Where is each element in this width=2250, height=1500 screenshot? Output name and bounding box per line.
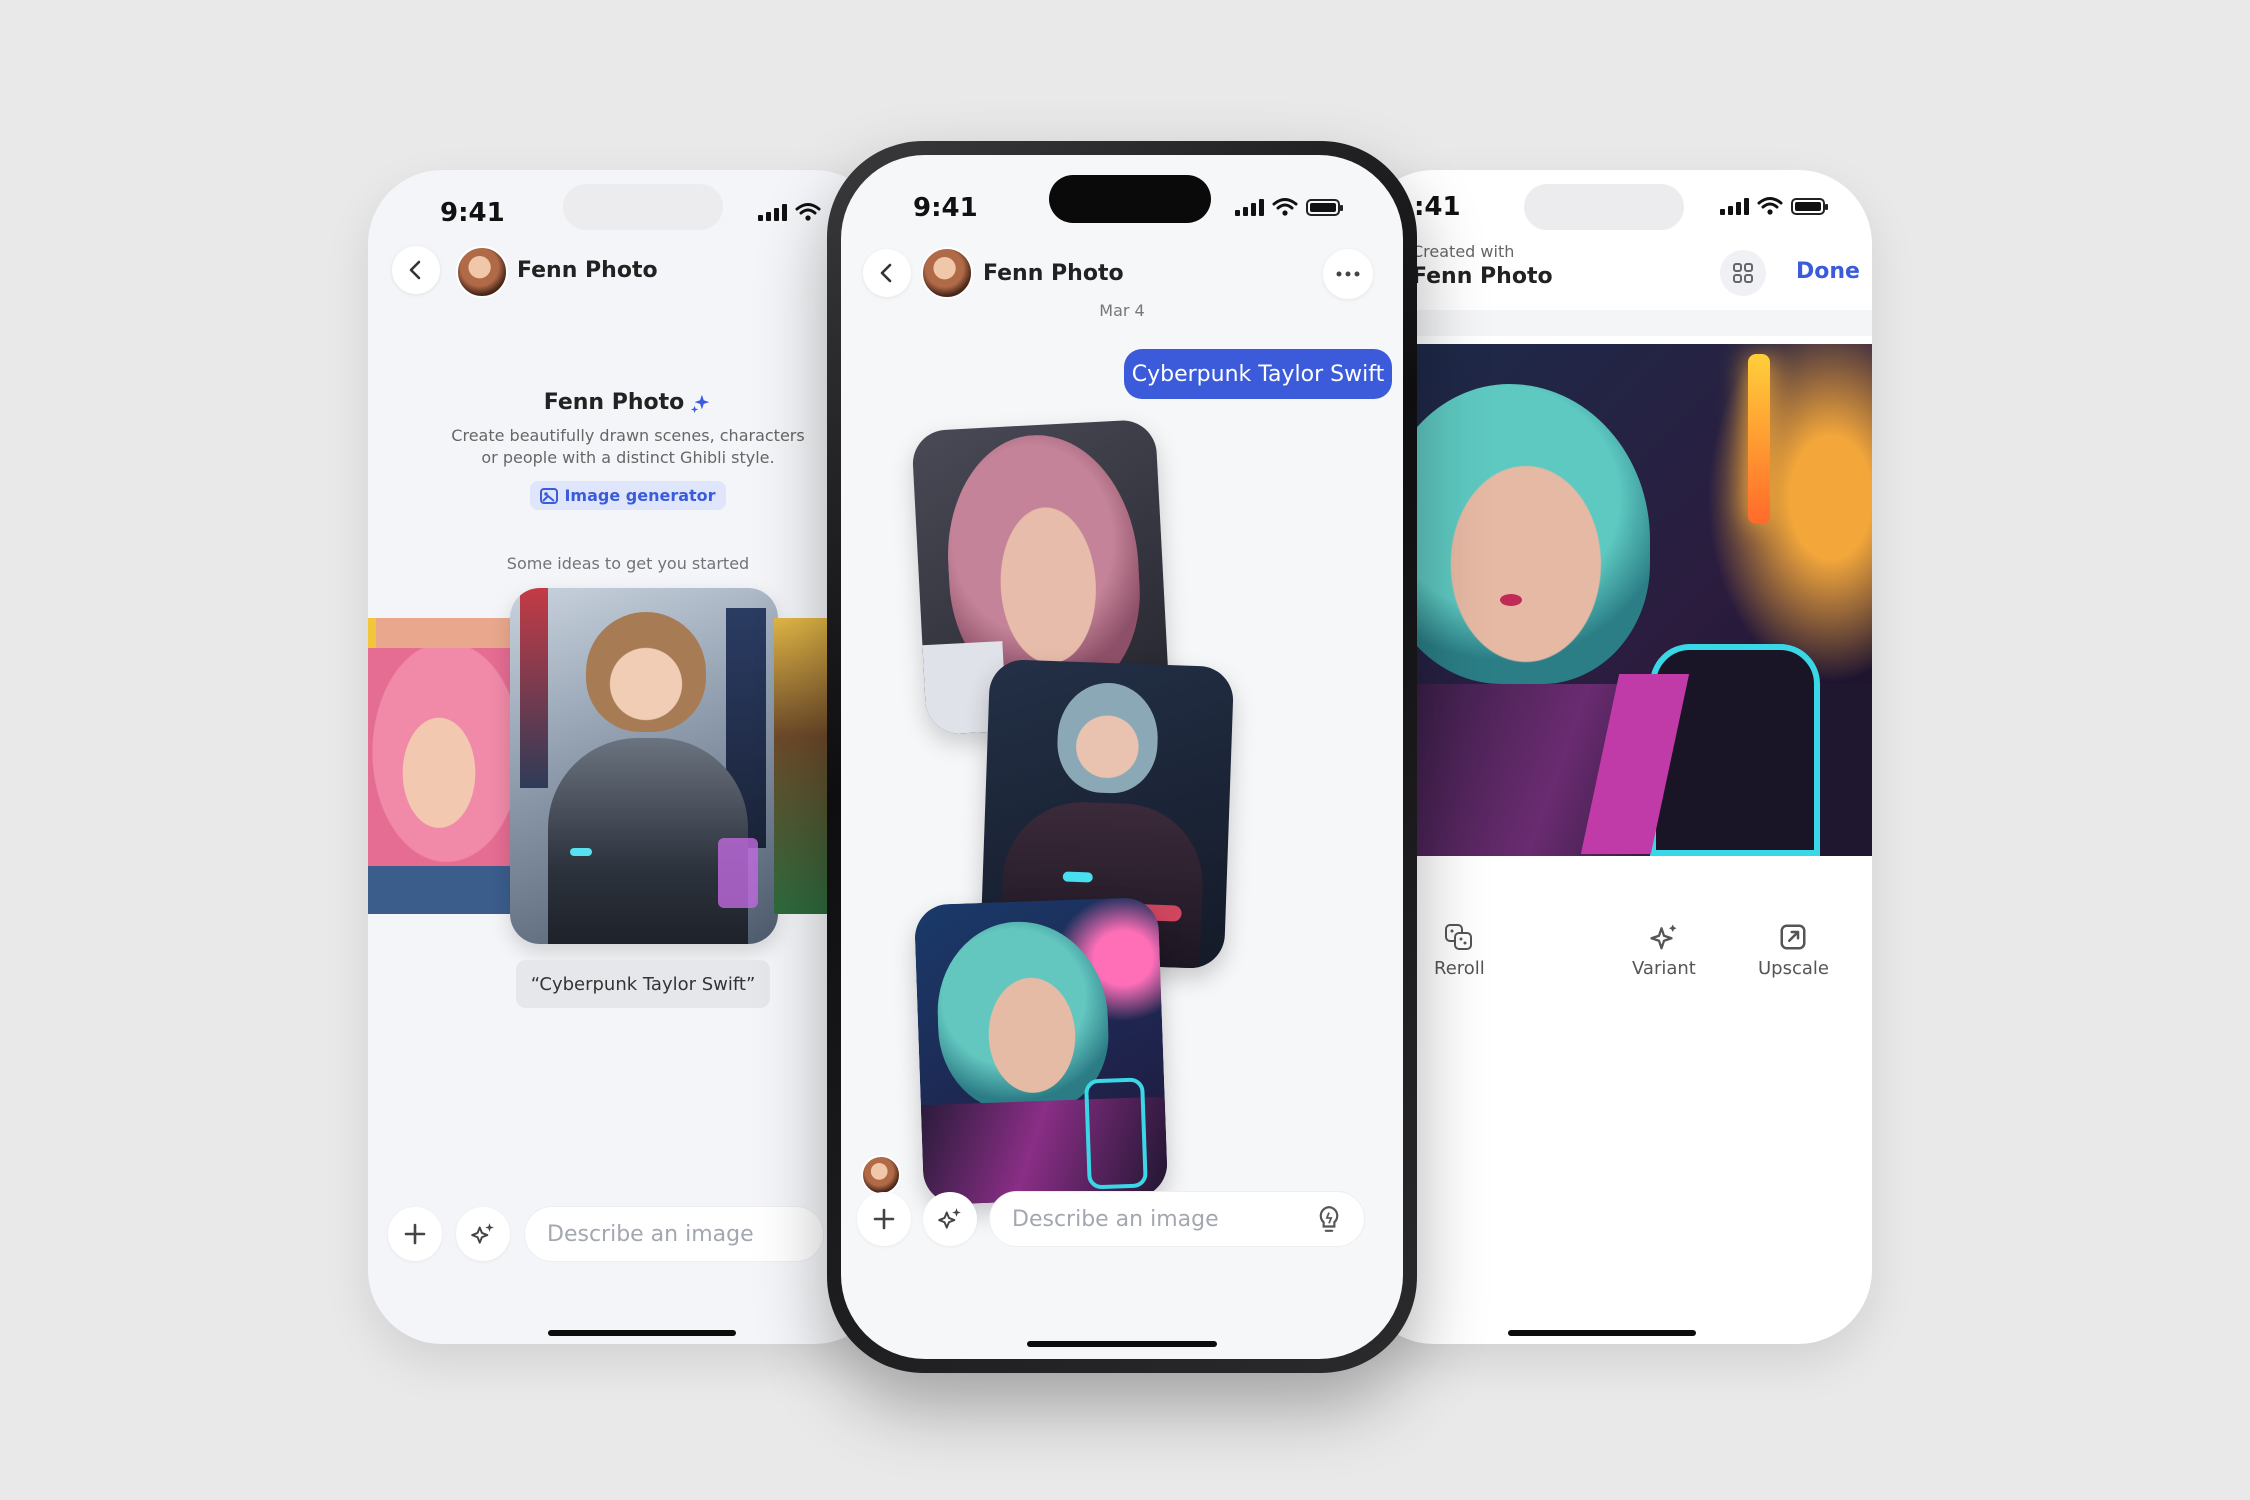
ideas-label: Some ideas to get you started	[506, 554, 750, 573]
dynamic-island	[1524, 184, 1684, 230]
plus-icon	[873, 1208, 895, 1230]
dynamic-island	[563, 184, 723, 230]
upscale-icon	[1780, 924, 1806, 950]
idea-image-cyberpunk[interactable]	[510, 588, 778, 944]
image-icon	[540, 487, 559, 504]
composer: Describe an image	[841, 1191, 1403, 1247]
grid-icon	[1733, 263, 1753, 283]
signal-icon	[1720, 197, 1749, 215]
right-phone-screen: :41 Created with Fenn Photo Done re Rero…	[1360, 170, 1872, 1344]
wifi-icon	[1272, 198, 1298, 216]
sparkle-icon	[471, 1223, 494, 1244]
header-title: Fenn Photo	[983, 261, 1124, 286]
grid-button[interactable]	[1720, 250, 1766, 296]
date-label: Mar 4	[1099, 301, 1145, 320]
input-placeholder: Describe an image	[1012, 1206, 1219, 1232]
more-icon	[1336, 271, 1360, 277]
avatar	[921, 247, 973, 299]
variant-icon	[1650, 924, 1677, 950]
back-icon	[409, 260, 421, 280]
done-button[interactable]: Done	[1796, 259, 1860, 284]
dynamic-island	[1049, 175, 1211, 223]
generated-image-3[interactable]	[913, 896, 1169, 1206]
prompt-input[interactable]: Describe an image	[989, 1191, 1365, 1247]
status-icons	[1235, 197, 1343, 217]
bulb-icon[interactable]	[1316, 1204, 1342, 1234]
app-name: Fenn Photo	[1412, 264, 1553, 289]
add-button[interactable]	[388, 1207, 442, 1261]
created-with-label: Created with	[1412, 242, 1515, 261]
toolbar-label: Reroll	[1434, 958, 1485, 979]
center-phone-frame: 9:41 Fenn Photo Mar 4 Cyberpunk Taylor S…	[827, 141, 1417, 1373]
wifi-icon	[1757, 197, 1783, 215]
back-button[interactable]	[863, 249, 911, 297]
add-button[interactable]	[857, 1192, 911, 1246]
prompt-chip[interactable]: “Cyberpunk Taylor Swift”	[516, 960, 770, 1008]
back-icon	[880, 263, 892, 283]
header-title: Fenn Photo	[517, 258, 658, 283]
prompt-input[interactable]: Describe an image	[524, 1206, 824, 1262]
toolbar-label: Variant	[1632, 958, 1696, 979]
magic-button[interactable]	[456, 1207, 510, 1261]
status-time: 9:41	[440, 198, 505, 228]
idea-image-pink-hair[interactable]	[368, 618, 514, 914]
sparkle-icon	[938, 1208, 961, 1229]
back-button[interactable]	[392, 246, 440, 294]
magic-button[interactable]	[923, 1192, 977, 1246]
battery-icon	[1791, 197, 1828, 215]
toolbar-item-reroll[interactable]: Reroll	[1434, 922, 1485, 979]
more-button[interactable]	[1323, 249, 1373, 299]
avatar	[456, 246, 508, 298]
intro-description-2: or people with a distinct Ghibli style.	[481, 448, 775, 467]
intro-title-row: Fenn Photo	[544, 390, 713, 415]
reroll-icon	[1445, 924, 1473, 950]
home-indicator	[548, 1330, 736, 1336]
intro-description-1: Create beautifully drawn scenes, charact…	[451, 426, 805, 445]
toolbar-item-upscale[interactable]: Upscale	[1758, 922, 1829, 979]
composer: Describe an image	[368, 1206, 888, 1262]
left-phone-screen: 9:41 Fenn Photo Fenn Photo Create beauti…	[368, 170, 888, 1344]
image-generator-badge[interactable]: Image generator	[530, 481, 726, 510]
avatar	[861, 1155, 901, 1195]
center-phone-screen: 9:41 Fenn Photo Mar 4 Cyberpunk Taylor S…	[841, 155, 1403, 1359]
intro-block: Fenn Photo Create beautifully drawn scen…	[368, 390, 888, 510]
wifi-icon	[795, 203, 821, 221]
status-icons	[1720, 196, 1828, 216]
status-time: :41	[1414, 192, 1461, 222]
toolbar-item-variant[interactable]: Variant	[1632, 922, 1696, 979]
home-indicator	[1027, 1341, 1217, 1347]
plus-icon	[404, 1223, 426, 1245]
sparkle-icon	[691, 394, 710, 413]
toolbar-label: Upscale	[1758, 958, 1829, 979]
header-divider	[1360, 310, 1872, 336]
signal-icon	[1235, 198, 1264, 216]
badge-label: Image generator	[564, 486, 716, 505]
user-message-bubble: Cyberpunk Taylor Swift	[1124, 349, 1392, 399]
intro-title: Fenn Photo	[543, 390, 685, 415]
battery-icon	[1306, 198, 1343, 216]
home-indicator	[1508, 1330, 1696, 1336]
signal-icon	[758, 203, 787, 221]
status-time: 9:41	[913, 193, 978, 223]
status-icons	[758, 202, 821, 222]
generated-image-large[interactable]	[1360, 344, 1872, 856]
